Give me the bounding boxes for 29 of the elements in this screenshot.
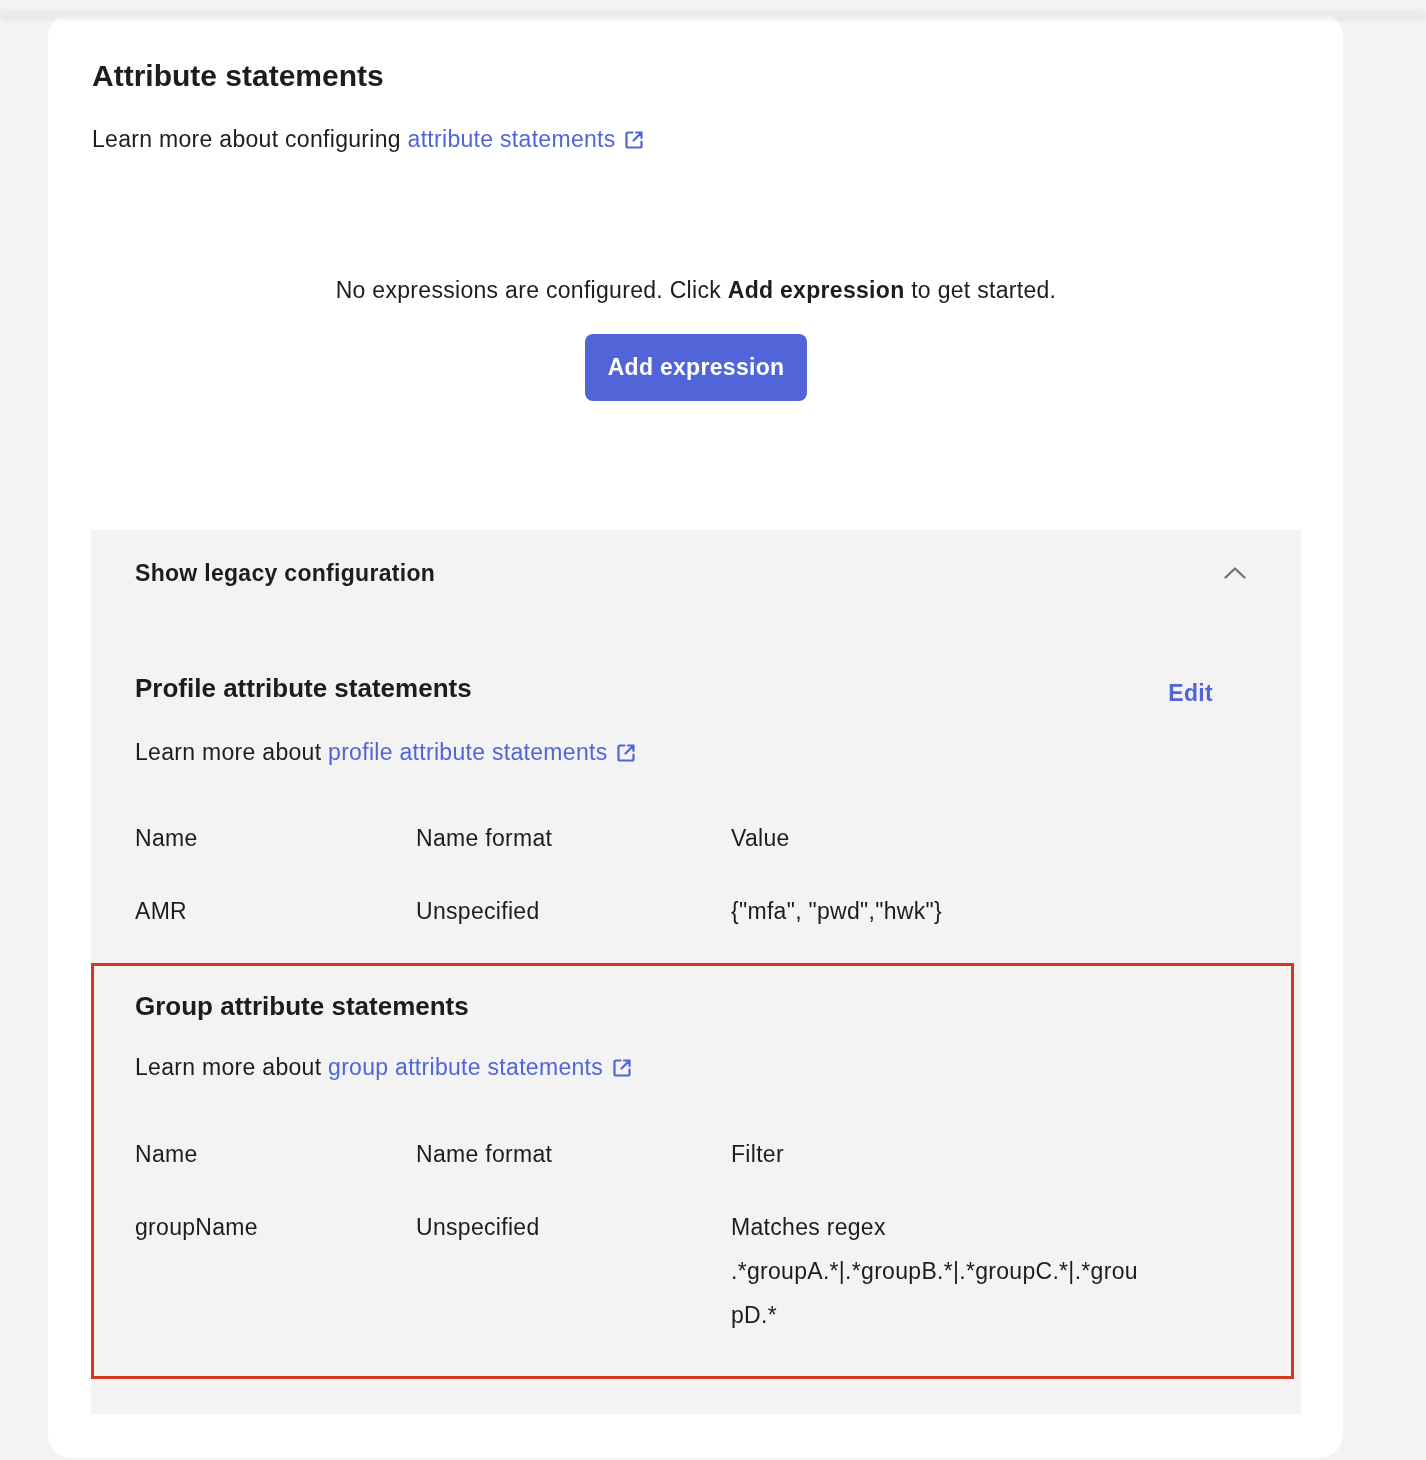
external-link-icon	[616, 743, 637, 763]
table-cell-text: Unspecified	[416, 1213, 540, 1242]
docs-link[interactable]: group attribute statements	[328, 1054, 632, 1080]
learn-more-text: Learn more about configuring attribute statements	[92, 124, 1301, 154]
column-header: Value	[731, 824, 790, 853]
column-header: Name format	[416, 824, 553, 853]
legacy-toggle[interactable]: Show legacy configuration	[91, 558, 1301, 588]
chevron-up-icon	[1224, 567, 1246, 579]
docs-link[interactable]: profile attribute statements	[328, 739, 637, 765]
edit-button[interactable]: Edit	[1168, 678, 1213, 708]
table-cell-text: AMR	[135, 897, 187, 926]
section-title: Attribute statements	[92, 58, 385, 94]
column-header: Name	[135, 1140, 198, 1169]
column-header: Name	[135, 824, 198, 853]
learn-more-text: Learn more about profile attribute statements	[135, 737, 1213, 767]
column-header: Filter	[731, 1140, 784, 1169]
empty-state-text: No expressions are configured. Click Add expression to get started.	[334, 276, 1058, 305]
section-heading: Profile attribute statements	[135, 672, 472, 704]
docs-link[interactable]: attribute statements	[407, 126, 645, 152]
column-header: Name format	[416, 1140, 553, 1169]
table-cell-text: {"mfa", "pwd","hwk"}	[731, 897, 942, 926]
table-cell-text: groupName	[135, 1213, 258, 1242]
section-heading: Group attribute statements	[135, 990, 469, 1022]
table-cell-text: Unspecified	[416, 897, 540, 926]
external-link-icon	[611, 1058, 632, 1078]
external-link-icon	[624, 130, 645, 150]
add-expression-button[interactable]: Add expression	[584, 334, 808, 401]
table-cell-text: Matches regex .*groupA.*|.*groupB.*|.*groupC.*|.*groupD.*	[731, 1213, 1139, 1330]
learn-more-text: Learn more about group attribute statements	[135, 1052, 1291, 1082]
